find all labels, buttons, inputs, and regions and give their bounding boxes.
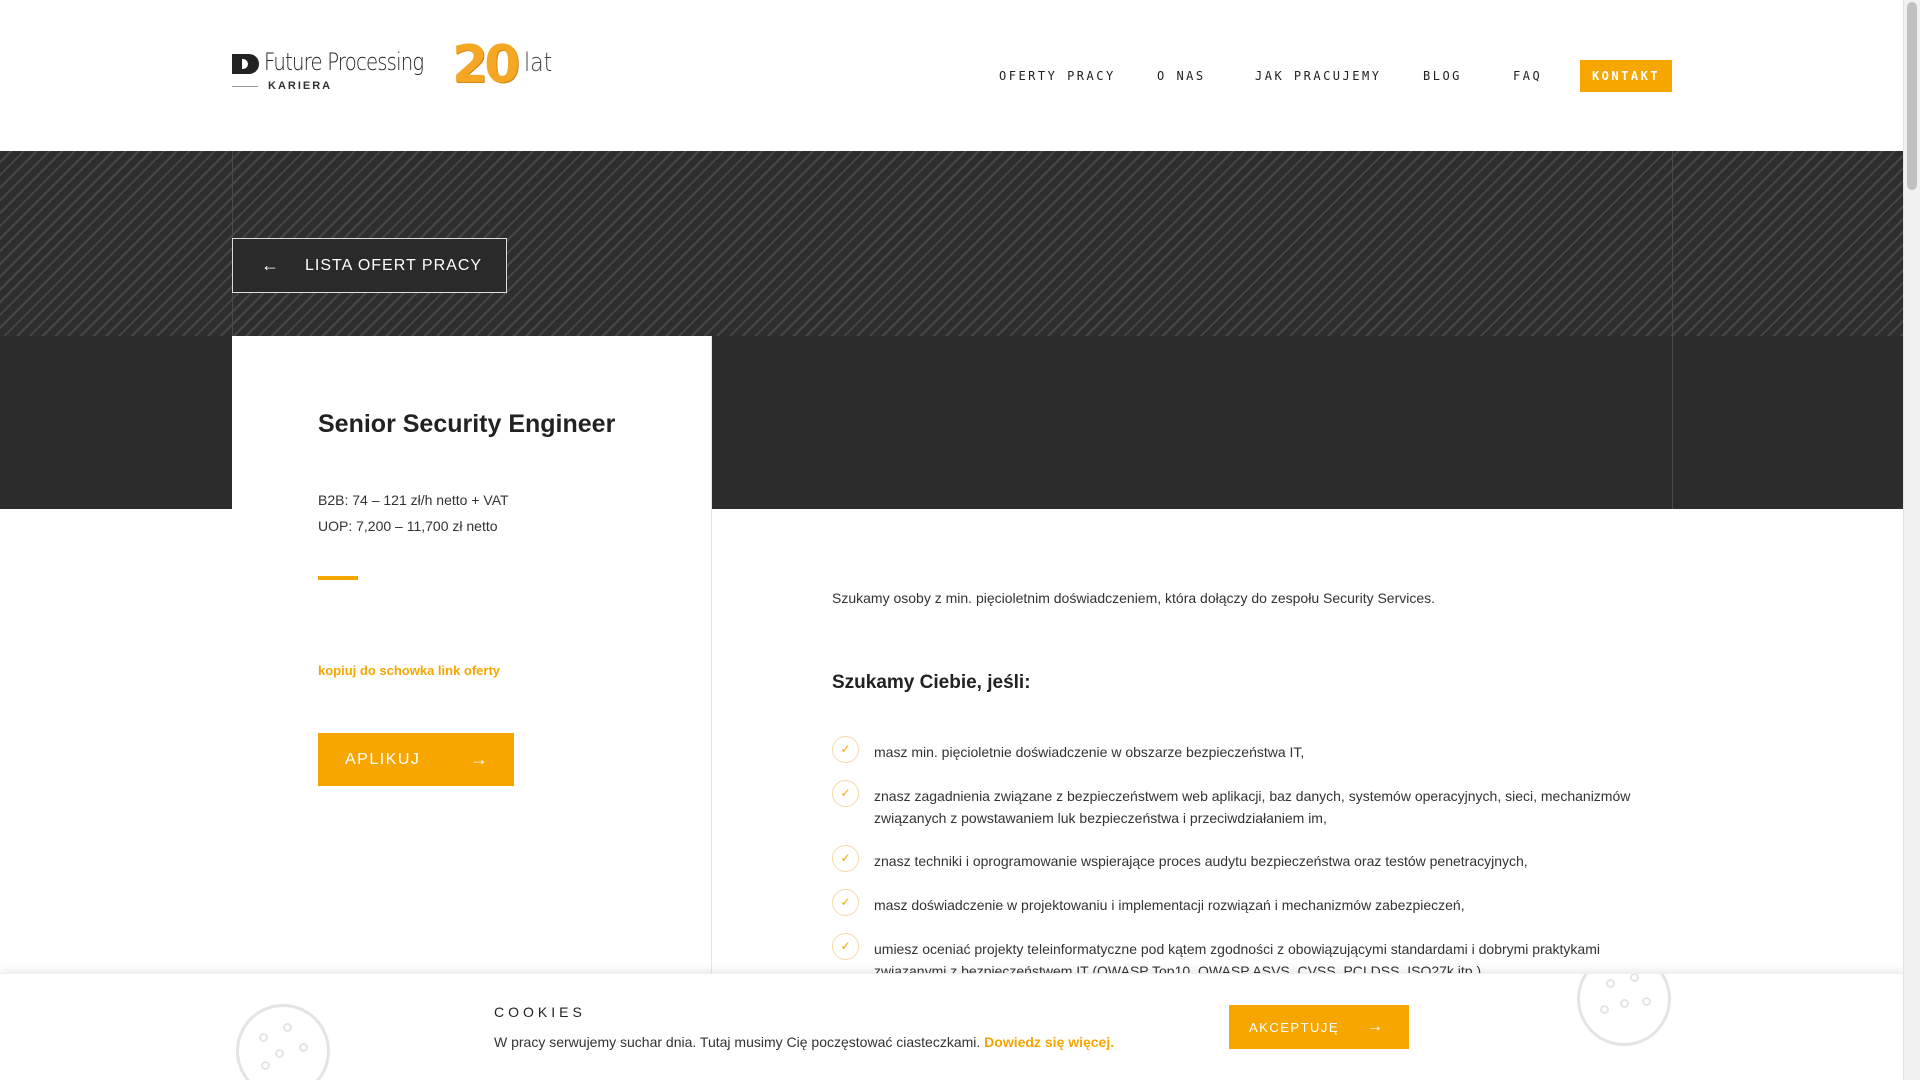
copy-offer-link[interactable]: kopiuj do schowka link oferty — [318, 663, 500, 678]
anniversary-unit: lat — [524, 48, 553, 78]
check-icon: ✓ — [832, 736, 859, 763]
logo-divider — [232, 85, 258, 87]
job-title: Senior Security Engineer — [318, 410, 616, 438]
check-icon: ✓ — [832, 845, 859, 872]
page: Future Processing KARIERA 20 lat OFERTY … — [0, 0, 1920, 1080]
logo-name: Future Processing — [264, 48, 424, 76]
nav-item-how-we-work[interactable]: JAK PRACUJEMY — [1255, 60, 1381, 92]
anniversary-number: 20 — [452, 35, 520, 95]
hero-guide-line — [1672, 151, 1673, 509]
accept-cookies-button[interactable]: AKCEPTUJĘ → — [1229, 1005, 1409, 1049]
cookie-icon — [1577, 974, 1671, 1046]
logo-sub: KARIERA — [268, 80, 333, 92]
apply-button[interactable]: APLIKUJ → — [318, 733, 514, 786]
check-icon: ✓ — [832, 780, 859, 807]
job-description: Szukamy osoby z min. pięcioletnim doświa… — [832, 590, 1672, 979]
contact-button[interactable]: KONTAKT — [1580, 60, 1672, 92]
cookie-more-link[interactable]: Dowiedz się więcej — [984, 1034, 1110, 1050]
logo-mark-icon — [232, 54, 260, 74]
arrow-right-icon: → — [1367, 1018, 1383, 1035]
arrow-left-icon: ← — [261, 255, 279, 275]
arrow-right-icon: → — [470, 749, 488, 769]
cookie-banner: COOKIES W pracy serwujemy suchar dnia. T… — [0, 973, 1903, 1080]
nav-item-faq[interactable]: FAQ — [1513, 60, 1542, 92]
nav-item-offers[interactable]: OFERTY PRACY — [999, 60, 1116, 92]
cookie-title: COOKIES — [494, 1004, 586, 1020]
scrollbar-thumb[interactable] — [1907, 2, 1917, 190]
check-icon: ✓ — [832, 933, 859, 960]
back-to-offers-button[interactable]: ← LISTA OFERT PRACY — [232, 238, 507, 293]
salary-b2b: B2B: 74 – 121 zł/h netto + VAT — [318, 492, 509, 508]
apply-button-label: APLIKUJ — [345, 750, 421, 768]
job-summary-card: Senior Security Engineer B2B: 74 – 121 z… — [232, 336, 712, 1080]
accept-button-label: AKCEPTUJĘ — [1249, 1019, 1340, 1035]
nav-item-about[interactable]: O NAS — [1157, 60, 1206, 92]
back-button-label: LISTA OFERT PRACY — [305, 256, 483, 274]
requirements-heading: Szukamy Ciebie, jeśli: — [832, 672, 1031, 693]
accent-divider — [318, 576, 358, 580]
cookie-icon — [236, 1004, 330, 1080]
site-header: Future Processing KARIERA 20 lat OFERTY … — [0, 0, 1903, 151]
salary-uop: UOP: 7,200 – 11,700 zł netto — [318, 518, 498, 534]
nav-item-blog[interactable]: BLOG — [1423, 60, 1462, 92]
check-icon: ✓ — [832, 889, 859, 916]
cookie-text: W pracy serwujemy suchar dnia. Tutaj mus… — [494, 1034, 1115, 1050]
page-scrollbar[interactable] — [1903, 0, 1920, 1080]
job-intro: Szukamy osoby z min. pięcioletnim doświa… — [832, 590, 1436, 606]
logo[interactable]: Future Processing KARIERA — [232, 36, 458, 92]
